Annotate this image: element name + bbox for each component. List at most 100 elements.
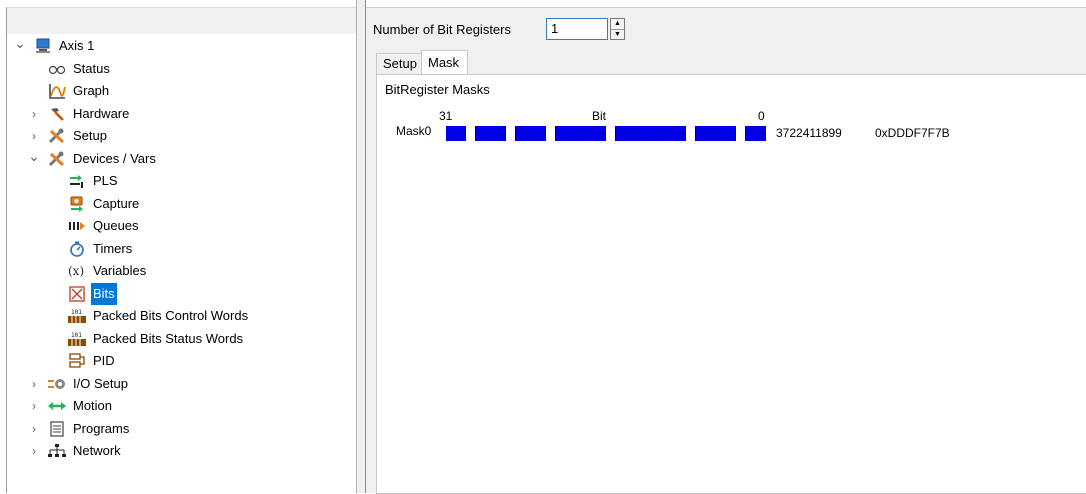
mask-bit-cell[interactable] [536,126,546,141]
mask-bit-cell[interactable] [646,126,656,141]
mask-bit-cell[interactable] [756,126,766,141]
network-icon [47,442,67,460]
masks-heading: BitRegister Masks [385,82,490,97]
packed-bits-icon: 101 [67,307,87,325]
mask-bit-cell[interactable] [656,126,666,141]
mask-bit-cell[interactable] [446,126,456,141]
motion-arrows-icon [47,397,67,415]
chevron-right-icon[interactable]: › [27,125,41,147]
mask-bit-cell[interactable] [676,126,686,141]
tree-item-motion[interactable]: › Motion [27,395,114,417]
mask-bit-cell[interactable] [486,126,496,141]
graph-icon [47,82,67,100]
mask-hex-value: 0xDDDF7F7B [875,126,950,140]
mask-bit-cell[interactable] [586,126,596,141]
tree-item-label: Setup [73,128,107,143]
tree-item-capture[interactable]: Capture [67,193,141,215]
mask-bit-cell[interactable] [466,126,476,141]
tools-icon [47,127,67,145]
mask-bit-cell[interactable] [736,126,746,141]
tree-item-packed-bits-status-words[interactable]: 101 Packed Bits Status Words [67,328,245,350]
glasses-icon [47,60,67,78]
project-tree[interactable]: ⌄Axis 1›Status›Graph›Hardware›Setup⌄Devi… [6,7,356,493]
chevron-right-icon[interactable]: › [27,395,41,417]
mask-bit-cell[interactable] [726,126,736,141]
tree-item-pls[interactable]: PLS [67,170,120,192]
spinner-up-icon[interactable]: ▲ [611,19,624,30]
bits-editor-pane: Number of Bit Registers 1 ▲ ▼ Setup Mask… [366,7,1086,494]
mask-bit-cell[interactable] [556,126,566,141]
tree-item-variables[interactable]: (x) Variables [67,260,148,282]
mask-bit-cell[interactable] [476,126,486,141]
tree-item-queues[interactable]: Queues [67,215,141,237]
tree-item-label: Status [73,61,110,76]
num-registers-spinner[interactable]: ▲ ▼ [610,18,625,40]
tree-item-packed-bits-control-words[interactable]: 101 Packed Bits Control Words [67,305,250,327]
chevron-right-icon[interactable]: › [27,418,41,440]
tree-item-label: Packed Bits Control Words [93,308,249,323]
mask-bit-cell[interactable] [746,126,756,141]
tab-mask[interactable]: Mask [421,50,468,74]
mask-bit-cell[interactable] [706,126,716,141]
tree-item-timers[interactable]: Timers [67,238,134,260]
mask-bit-cell[interactable] [566,126,576,141]
tree-item-programs[interactable]: › Programs [27,418,131,440]
mask-bit-cell[interactable] [636,126,646,141]
mask-bit-cell[interactable] [616,126,626,141]
chevron-right-icon[interactable]: › [27,103,41,125]
mask-bit-cell[interactable] [506,126,516,141]
mask-bit-cell[interactable] [496,126,506,141]
mask-row-label: Mask0 [396,124,432,138]
tree-item-i-o-setup[interactable]: › I/O Setup [27,373,130,395]
mask-bit-cell[interactable] [526,126,536,141]
tab-setup[interactable]: Setup [376,53,422,74]
chevron-down-icon[interactable]: ⌄ [27,149,41,163]
mask-bit-cell[interactable] [626,126,636,141]
tree-item-label: Axis 1 [59,38,95,53]
svg-text:(x): (x) [68,264,84,278]
tree-item-pid[interactable]: PID [67,350,117,372]
axis-computer-icon [33,37,53,55]
tree-item-label: I/O Setup [73,376,128,391]
mask-bit-cell[interactable] [546,126,556,141]
mask-bit-cell[interactable] [516,126,526,141]
tree-item-setup[interactable]: › Setup [27,125,109,147]
tree-item-label: Network [73,443,121,458]
svg-text:101: 101 [71,332,82,339]
mask-bit-cell[interactable] [686,126,696,141]
mask-bit-strip[interactable] [446,126,766,141]
num-registers-input[interactable]: 1 [546,18,608,40]
bit-high-label: 31 [439,109,453,123]
bit-low-label: 0 [758,109,765,123]
programs-document-icon [47,420,67,438]
mask-bit-cell[interactable] [696,126,706,141]
chevron-down-icon[interactable]: ⌄ [13,36,27,50]
chevron-right-icon[interactable]: › [27,440,41,462]
mask-bit-cell[interactable] [716,126,726,141]
mask-bit-cell[interactable] [606,126,616,141]
tree-item-label: Devices / Vars [73,151,156,166]
tree-item-devices-vars[interactable]: ⌄ Devices / Vars [27,148,158,170]
tree-item-axis-1[interactable]: ⌄ Axis 1 [13,35,96,57]
spinner-down-icon[interactable]: ▼ [611,30,624,40]
tree-header-strip [7,8,356,34]
mask-bit-cell[interactable] [576,126,586,141]
mask-bit-cell[interactable] [456,126,466,141]
capture-icon [67,195,87,213]
mask-bit-cell[interactable] [666,126,676,141]
tree-item-label: PID [93,353,115,368]
chevron-right-icon[interactable]: › [27,373,41,395]
tree-item-label: Graph [73,83,110,98]
tree-item-graph[interactable]: ›Graph [27,80,111,102]
num-registers-label: Number of Bit Registers [373,22,511,37]
io-setup-icon [47,375,67,393]
tree-item-hardware[interactable]: › Hardware [27,103,131,125]
tree-item-label: Hardware [73,106,130,121]
pane-splitter[interactable] [356,0,366,493]
bits-box-icon [67,285,87,303]
tree-item-network[interactable]: › Network [27,440,123,462]
tree-item-bits[interactable]: Bits [67,283,117,305]
tree-item-status[interactable]: ›Status [27,58,112,80]
tree-item-label: Programs [73,421,130,436]
mask-bit-cell[interactable] [596,126,606,141]
